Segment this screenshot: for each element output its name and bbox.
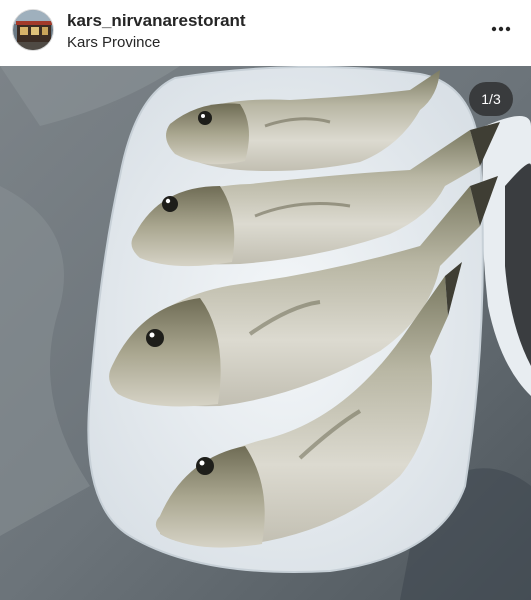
carousel-counter: 1/3 [469, 82, 513, 116]
username-link[interactable]: kars_nirvanarestorant [67, 11, 246, 31]
more-options-button[interactable] [484, 18, 518, 40]
avatar[interactable] [12, 9, 54, 51]
more-options-icon [491, 26, 511, 32]
post-header: kars_nirvanarestorant Kars Province [0, 0, 531, 66]
restaurant-avatar-icon [13, 10, 53, 50]
fish-platter-image [0, 66, 531, 600]
location-link[interactable]: Kars Province [67, 34, 160, 51]
post-photo[interactable] [0, 66, 531, 600]
